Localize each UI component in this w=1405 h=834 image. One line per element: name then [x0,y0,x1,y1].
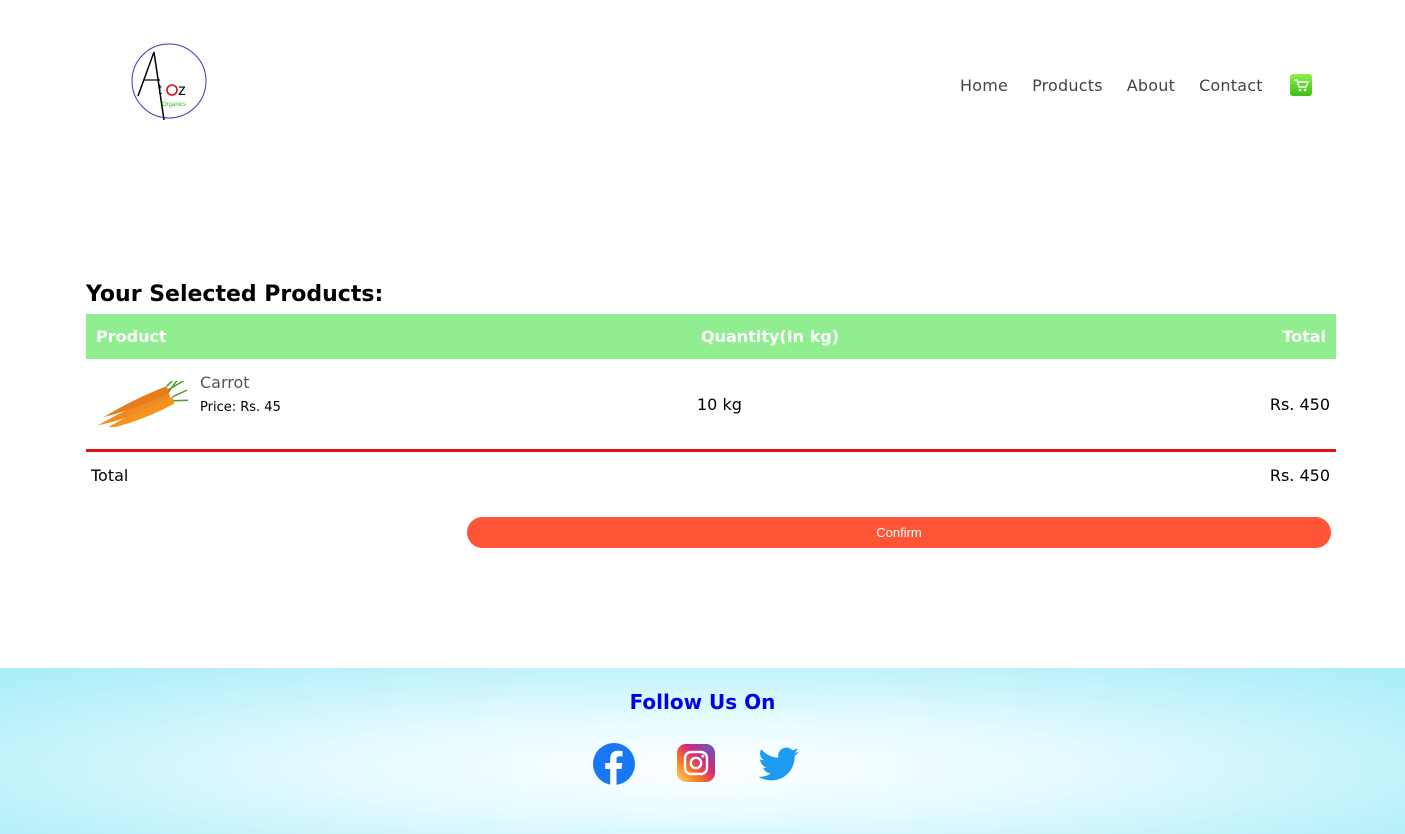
svg-text:t: t [158,81,162,97]
main-nav: Home Products About Contact [960,76,1287,95]
atoz-organics-logo[interactable]: t z Organics [130,40,208,120]
total-value: Rs. 450 [1269,466,1330,485]
product-quantity: 10 kg [697,395,742,414]
column-header-product: Product [96,327,167,346]
confirm-button[interactable]: Confirm [467,517,1331,548]
follow-us-heading: Follow Us On [629,690,776,714]
product-total: Rs. 450 [1269,395,1330,414]
nav-home[interactable]: Home [960,76,1008,95]
nav-contact[interactable]: Contact [1199,76,1263,95]
site-footer: Follow Us On [0,668,1405,834]
nav-about[interactable]: About [1127,76,1175,95]
cart-table: Product Quantity(In kg) Total Carrot Pri… [86,314,1336,500]
svg-text:z: z [178,82,186,99]
shopping-cart-icon[interactable] [1290,74,1312,96]
carrot-image [97,381,189,427]
table-header: Product Quantity(In kg) Total [86,314,1336,359]
site-header: t z Organics Home Products About Contact [0,0,1405,150]
instagram-icon[interactable] [677,744,715,782]
nav-products[interactable]: Products [1032,76,1103,95]
facebook-icon[interactable] [592,742,636,786]
total-row: Total Rs. 450 [86,452,1336,500]
svg-text:Organics: Organics [162,102,186,108]
page-title: Your Selected Products: [86,282,384,307]
column-header-quantity: Quantity(In kg) [701,327,840,346]
product-price: Price: Rs. 45 [200,400,281,415]
column-header-total: Total [1282,327,1326,346]
table-row: Carrot Price: Rs. 45 10 kg Rs. 450 [86,359,1336,449]
product-name: Carrot [200,373,250,392]
total-label: Total [91,466,129,485]
twitter-icon[interactable] [757,742,801,786]
